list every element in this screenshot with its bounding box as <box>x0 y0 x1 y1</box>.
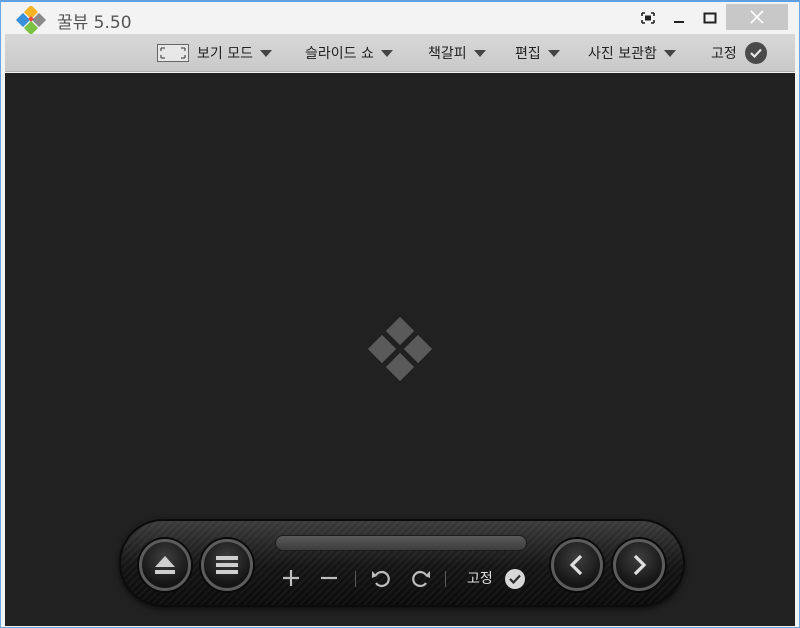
list-icon <box>216 556 238 574</box>
capture-icon <box>641 12 655 24</box>
separator <box>445 571 446 587</box>
menu-slideshow[interactable]: 슬라이드 쇼 <box>305 34 393 72</box>
caret-down-icon <box>547 49 560 57</box>
caret-down-icon <box>259 49 272 57</box>
caret-down-icon <box>380 49 393 57</box>
fullscreen-frame-icon <box>157 44 189 62</box>
menu-view-mode-label: 보기 모드 <box>197 46 253 62</box>
chevron-right-icon <box>633 554 647 576</box>
title-bar[interactable]: 꿀뷰 5.50 <box>1 2 799 36</box>
eject-button[interactable] <box>139 539 191 591</box>
zoom-out-icon <box>321 576 337 580</box>
next-button[interactable] <box>613 539 665 591</box>
menu-bar: 보기 모드 슬라이드 쇼 책갈피 편집 사진 보관함 고정 <box>5 34 795 72</box>
menu-edit-label: 편집 <box>515 46 541 62</box>
previous-button[interactable] <box>551 539 603 591</box>
zoom-in-button[interactable] <box>279 567 303 589</box>
control-panel: 고정 <box>119 519 685 607</box>
close-icon <box>750 10 764 24</box>
menu-view-mode[interactable]: 보기 모드 <box>157 34 272 72</box>
app-window: 꿀뷰 5.50 보기 모드 슬라이드 쇼 책갈피 편집 사진 보관함 고정 고정 <box>0 0 800 628</box>
rotate-right-button[interactable] <box>409 567 433 589</box>
app-title: 꿀뷰 5.50 <box>57 13 132 33</box>
menu-pin-label: 고정 <box>711 46 737 62</box>
check-circle-icon <box>744 42 767 64</box>
menu-photo-archive-label: 사진 보관함 <box>588 46 657 62</box>
menu-bookmarks[interactable]: 책갈피 <box>428 34 486 72</box>
pin-label[interactable]: 고정 <box>467 568 493 588</box>
check-circle-icon[interactable] <box>505 569 525 589</box>
image-viewer-area[interactable]: 고정 <box>5 73 795 626</box>
maximize-icon <box>703 12 717 24</box>
close-button[interactable] <box>726 4 788 30</box>
rotate-left-button[interactable] <box>369 567 393 589</box>
chevron-left-icon <box>569 554 583 576</box>
eject-icon <box>155 556 175 574</box>
zoom-out-button[interactable] <box>317 567 341 589</box>
rotate-right-icon <box>412 570 430 588</box>
minimize-icon <box>674 21 684 23</box>
diamond-logo-icon <box>367 317 433 382</box>
caret-down-icon <box>473 49 486 57</box>
menu-photo-archive[interactable]: 사진 보관함 <box>588 34 676 72</box>
separator <box>355 571 356 587</box>
menu-edit[interactable]: 편집 <box>515 34 560 72</box>
minimize-button[interactable] <box>665 5 693 31</box>
maximize-button[interactable] <box>695 5 725 31</box>
progress-bar[interactable] <box>275 535 527 551</box>
capture-button[interactable] <box>633 5 663 31</box>
rotate-left-icon <box>372 570 390 588</box>
caret-down-icon <box>663 49 676 57</box>
list-button[interactable] <box>201 539 253 591</box>
menu-slideshow-label: 슬라이드 쇼 <box>305 46 374 62</box>
menu-bookmarks-label: 책갈피 <box>428 46 467 62</box>
menu-pin[interactable]: 고정 <box>711 34 767 72</box>
zoom-in-icon <box>283 570 299 586</box>
